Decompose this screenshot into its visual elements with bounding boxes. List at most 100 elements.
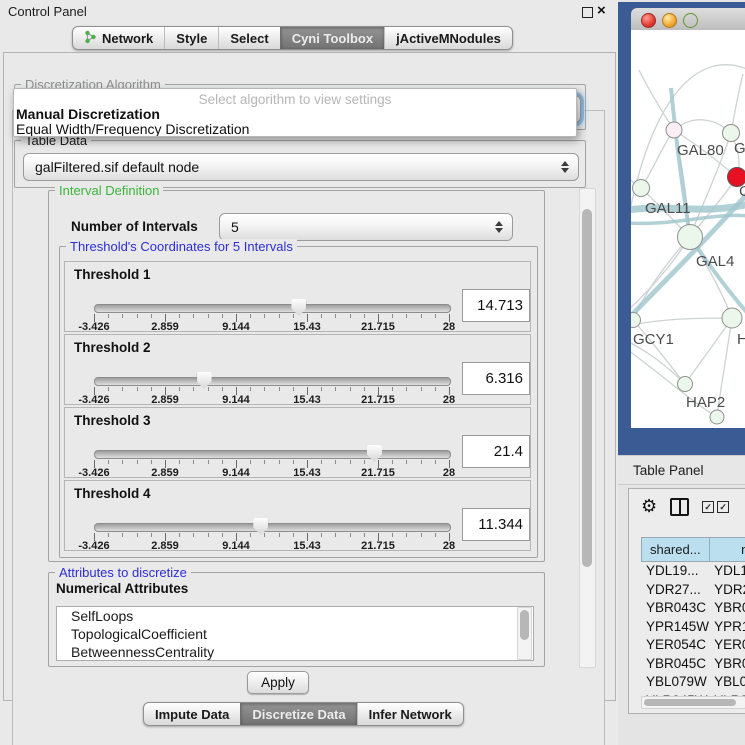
tick-mark: [137, 460, 138, 464]
table-data-combo-value: galFiltered.sif default node: [35, 154, 199, 180]
tick-mark: [321, 314, 322, 318]
network-node-green[interactable]: [678, 377, 693, 392]
tick-mark: [264, 460, 265, 464]
control-panel-titlebar: Control Panel ×: [0, 0, 618, 23]
network-node-label: GAL80: [677, 142, 724, 159]
threshold-value-field[interactable]: 21.4: [462, 435, 530, 468]
tick-mark: [350, 460, 351, 464]
attribute-list-item[interactable]: SelfLoops: [57, 607, 533, 625]
algorithm-option[interactable]: Equal Width/Frequency Discretization: [14, 122, 576, 137]
tab-style[interactable]: Style: [164, 27, 218, 49]
table-row[interactable]: YER054CYER0: [641, 636, 745, 655]
threshold-value-field[interactable]: 14.713: [462, 289, 530, 322]
table-row[interactable]: YPR145WYPR1: [641, 618, 745, 637]
table-data-combo[interactable]: galFiltered.sif default node: [23, 153, 579, 181]
network-node-pink[interactable]: [666, 122, 682, 138]
table-hscrollbar[interactable]: [641, 696, 745, 709]
network-canvas[interactable]: GAL80GAGAL11CGAL4GCY1HHAP2: [631, 30, 745, 428]
bottom-tab-infer-network[interactable]: Infer Network: [357, 703, 463, 725]
bottom-tab-bar: Impute DataDiscretize DataInfer Network: [143, 702, 464, 726]
network-edge[interactable]: [639, 70, 674, 130]
network-edge[interactable]: [731, 74, 743, 133]
tick-mark: [406, 460, 407, 464]
attribute-list-item[interactable]: BetweennessCentrality: [57, 643, 533, 661]
checkbox-icon[interactable]: ✓: [702, 501, 714, 513]
tab-select[interactable]: Select: [218, 27, 279, 49]
threshold-slider-track[interactable]: [94, 450, 451, 459]
gear-icon[interactable]: ⚙: [641, 497, 657, 517]
tick-mark: [279, 387, 280, 391]
network-node-label: GAL11: [645, 200, 691, 217]
attributes-list-scrollbar-thumb[interactable]: [520, 610, 529, 640]
panel-scrollbar[interactable]: [579, 188, 596, 668]
table-cell: YDR2: [709, 581, 745, 600]
table-row[interactable]: YBR045CYBR0: [641, 655, 745, 674]
tab-jactivemnodules[interactable]: jActiveMNodules: [384, 27, 512, 49]
close-light[interactable]: [641, 13, 656, 28]
tick-mark: [151, 314, 152, 318]
tab-network[interactable]: Network: [73, 27, 164, 49]
tick-mark: [208, 314, 209, 318]
tick-mark: [151, 533, 152, 537]
network-graph[interactable]: GAL80GAGAL11CGAL4GCY1HHAP2: [631, 30, 745, 428]
tick-mark: [406, 387, 407, 391]
tick-mark: [151, 460, 152, 464]
number-of-intervals-combo[interactable]: 5: [219, 213, 513, 241]
network-icon: [84, 30, 97, 47]
network-node-green[interactable]: [722, 308, 742, 328]
minimize-light[interactable]: [662, 13, 677, 28]
tick-mark: [350, 314, 351, 318]
tick-mark: [406, 314, 407, 318]
attributes-list-scrollbar[interactable]: [517, 607, 532, 660]
number-of-intervals-value: 5: [231, 214, 239, 240]
tick-mark: [350, 387, 351, 391]
table-row[interactable]: YIL052CYIL0: [641, 710, 745, 714]
network-edge[interactable]: [641, 130, 674, 188]
network-edge[interactable]: [631, 318, 732, 328]
network-node-green[interactable]: [633, 180, 650, 197]
attribute-list-item[interactable]: TopologicalCoefficient: [57, 625, 533, 643]
tick-mark: [421, 314, 422, 318]
apply-button[interactable]: Apply: [247, 671, 309, 694]
zoom-light[interactable]: [683, 13, 698, 28]
tab-cyni-toolbox[interactable]: Cyni Toolbox: [280, 27, 384, 49]
tick-label: 2.859: [140, 540, 190, 552]
tick-mark: [122, 533, 123, 537]
table-column-header[interactable]: n: [710, 537, 745, 562]
threshold-value-field[interactable]: 6.316: [462, 362, 530, 395]
network-window-titlebar[interactable]: [631, 8, 745, 31]
close-icon[interactable]: ×: [597, 1, 606, 21]
table-hscrollbar-thumb[interactable]: [644, 699, 736, 706]
threshold-value-field[interactable]: 11.344: [462, 508, 530, 541]
network-edge[interactable]: [685, 318, 732, 384]
tick-mark: [222, 533, 223, 537]
float-icon[interactable]: [582, 7, 593, 18]
threshold-row-3: Threshold 3-3.4262.8599.14415.4321.71528…: [64, 407, 531, 478]
table-row[interactable]: YDL19...YDL1: [641, 562, 745, 581]
table-row[interactable]: YBL079WYBL0: [641, 673, 745, 692]
network-node-green[interactable]: [631, 313, 641, 328]
network-node-green[interactable]: [710, 410, 724, 424]
bottom-tab-impute-data[interactable]: Impute Data: [144, 703, 240, 725]
number-of-intervals-label: Number of Intervals: [71, 219, 198, 234]
table-column-header[interactable]: shared...: [641, 537, 710, 562]
bottom-tab-discretize-data[interactable]: Discretize Data: [240, 703, 356, 725]
table-panel-body: ⚙ ✓ ✓ shared...nYDL19...YDL1YDR27...YDR2…: [628, 488, 745, 714]
numerical-attributes-list[interactable]: SelfLoopsTopologicalCoefficientBetweenne…: [56, 606, 534, 661]
threshold-slider-track[interactable]: [94, 377, 451, 386]
table-row[interactable]: YBR043CYBR0: [641, 599, 745, 618]
threshold-slider-track[interactable]: [94, 523, 451, 532]
network-node-green[interactable]: [678, 225, 703, 250]
tick-mark: [435, 460, 436, 464]
network-node-green[interactable]: [723, 125, 740, 142]
table-row[interactable]: YDR27...YDR2: [641, 581, 745, 600]
panel-scrollbar-thumb[interactable]: [582, 209, 592, 567]
column-view-icon[interactable]: [670, 498, 689, 516]
network-edge-thick[interactable]: [690, 237, 745, 315]
threshold-slider-track[interactable]: [94, 304, 451, 313]
tick-mark: [293, 533, 294, 537]
checkbox-icon[interactable]: ✓: [717, 501, 729, 513]
threshold-row-1: Threshold 1-3.4262.8599.14415.4321.71528…: [64, 261, 531, 332]
tick-mark: [250, 460, 251, 464]
algorithm-option[interactable]: Manual Discretization: [14, 107, 576, 122]
